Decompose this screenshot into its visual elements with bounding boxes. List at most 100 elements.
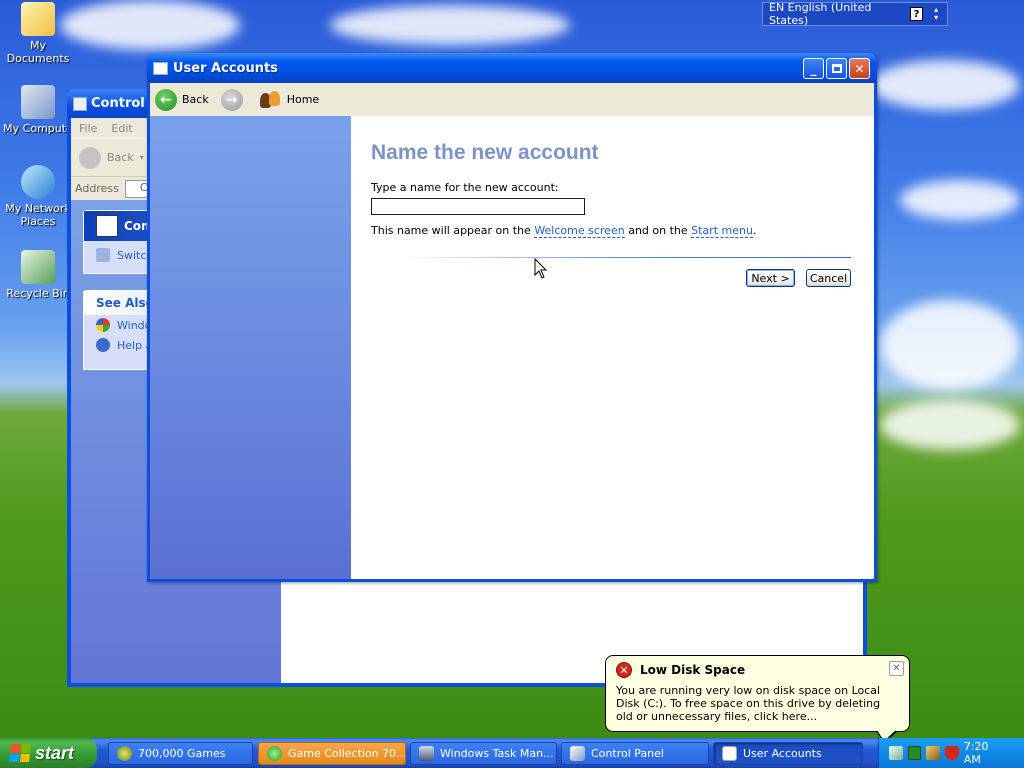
taskbar-item-user-accounts[interactable]: User Accounts	[713, 742, 863, 765]
taskbar-item-label: Game Collection 70...	[288, 747, 406, 760]
home-button[interactable]: Home	[259, 90, 320, 109]
taskbar-item-label: 700,000 Games	[138, 747, 226, 760]
cloud	[60, 0, 240, 50]
taskbar-item-label: User Accounts	[743, 747, 822, 760]
cloud	[880, 300, 1020, 390]
error-icon: ✕	[616, 662, 632, 678]
taskbar-item-game-collection[interactable]: Game Collection 70...	[258, 742, 406, 765]
name-note: This name will appear on the Welcome scr…	[371, 224, 757, 238]
close-icon: ✕	[892, 663, 901, 674]
window-title: User Accounts	[173, 60, 278, 76]
back-arrow-icon[interactable]	[79, 146, 101, 169]
switch-icon	[96, 248, 110, 262]
close-button[interactable]: ✕	[849, 58, 870, 79]
note-text: and on the	[624, 224, 692, 237]
home-label: Home	[286, 93, 320, 106]
desktop-icon-label: My Network Places	[5, 202, 71, 228]
minimize-button[interactable]: _	[803, 58, 824, 79]
desktop-icon-label: My Documents	[6, 39, 70, 65]
help-icon[interactable]: ?	[909, 7, 924, 21]
cloud	[870, 60, 1020, 110]
folder-icon	[21, 2, 55, 36]
back-button[interactable]: ← Back	[155, 88, 209, 111]
balloon-header: ✕ Low Disk Space	[616, 662, 899, 678]
welcome-screen-link[interactable]: Welcome screen	[534, 224, 625, 238]
windows-logo-icon	[9, 744, 31, 762]
cancel-button[interactable]: Cancel	[806, 269, 851, 287]
window-icon	[153, 61, 168, 75]
back-label: Back	[182, 93, 209, 106]
network-icon	[21, 165, 55, 199]
taskbar-item-control-panel[interactable]: Control Panel	[561, 742, 709, 765]
account-name-input[interactable]	[371, 198, 585, 215]
balloon-title: Low Disk Space	[640, 663, 746, 677]
installer-icon	[267, 746, 282, 761]
back-button-label[interactable]: Back	[107, 151, 134, 164]
page-heading: Name the new account	[371, 141, 599, 164]
start-label: start	[35, 742, 75, 763]
content-area: Name the new account Type a name for the…	[351, 116, 874, 579]
forward-arrow-icon: →	[220, 88, 243, 111]
menu-file[interactable]: File	[79, 122, 97, 135]
low-disk-space-balloon[interactable]: ✕ Low Disk Space ✕ You are running very …	[605, 655, 910, 743]
windows-update-icon	[96, 318, 110, 332]
users-icon	[259, 90, 282, 109]
cloud	[330, 5, 570, 45]
games-icon	[117, 746, 132, 761]
note-text: This name will appear on the	[371, 224, 535, 237]
user-accounts-window[interactable]: User Accounts _ ✕ ← Back → Home Name the…	[147, 53, 877, 582]
language-bar-options-icon[interactable]: ▴ ▾	[931, 6, 941, 22]
note-text: .	[752, 224, 757, 237]
start-button[interactable]: start	[0, 738, 97, 768]
desktop-icon-label: Recycle Bin	[6, 287, 70, 300]
cloud	[900, 180, 1020, 220]
network-tray-icon[interactable]	[889, 746, 903, 760]
user-accounts-icon	[722, 746, 737, 761]
back-arrow-icon: ←	[155, 88, 177, 111]
next-button[interactable]: Next >	[746, 269, 795, 287]
see-also-title: See Also	[96, 296, 154, 310]
divider	[401, 257, 851, 258]
start-menu-link[interactable]: Start menu	[691, 224, 753, 238]
balloon-close-button[interactable]: ✕	[889, 661, 904, 676]
maximize-button[interactable]	[826, 58, 847, 79]
taskbar-item-task-manager[interactable]: Windows Task Man...	[410, 742, 557, 765]
mouse-cursor-icon	[534, 258, 548, 279]
address-label: Address	[75, 182, 119, 195]
address-value: C	[139, 180, 148, 194]
navigation-bar: ← Back → Home	[150, 83, 874, 116]
menu-edit[interactable]: Edit	[111, 122, 132, 135]
chevron-down-icon[interactable]: ▾	[140, 153, 144, 162]
control-panel-check-icon	[96, 215, 118, 237]
task-manager-icon	[419, 746, 434, 761]
taskbar-item-label: Control Panel	[591, 747, 664, 760]
help-icon	[96, 338, 110, 352]
taskbar-item-label: Windows Task Man...	[440, 747, 554, 760]
desktop-icon-my-documents[interactable]: My Documents	[0, 2, 76, 65]
computer-icon	[21, 85, 55, 119]
status-tray-icon[interactable]	[907, 746, 922, 760]
desktop-icon-my-computer[interactable]: My Compute	[0, 85, 76, 135]
forward-button[interactable]: →	[220, 88, 248, 111]
close-icon: ✕	[854, 61, 865, 76]
user-accounts-titlebar[interactable]: User Accounts	[147, 53, 877, 83]
control-panel-icon	[570, 746, 585, 761]
language-bar[interactable]: EN English (United States) ? ▴ ▾	[762, 1, 948, 27]
minimize-icon: _	[810, 61, 817, 76]
shield-icon[interactable]	[945, 746, 959, 760]
security-tray-icon[interactable]	[926, 746, 941, 760]
recycle-bin-icon	[21, 250, 55, 284]
sidebar	[150, 116, 351, 579]
cloud	[880, 400, 1020, 450]
clock[interactable]: 7:20 AM	[964, 740, 1008, 766]
balloon-message[interactable]: You are running very low on disk space o…	[616, 684, 899, 723]
taskbar-item-700000-games[interactable]: 700,000 Games	[108, 742, 253, 765]
maximize-icon	[831, 64, 842, 73]
desktop-icon-network-places[interactable]: My Network Places	[0, 165, 76, 228]
desktop-icon-recycle-bin[interactable]: Recycle Bin	[0, 250, 76, 300]
name-prompt-label: Type a name for the new account:	[371, 181, 559, 194]
desktop-icon-label: My Compute	[3, 122, 73, 135]
control-panel-icon	[73, 96, 87, 111]
language-label[interactable]: EN English (United States)	[769, 1, 910, 27]
system-tray: 7:20 AM	[878, 738, 1024, 768]
